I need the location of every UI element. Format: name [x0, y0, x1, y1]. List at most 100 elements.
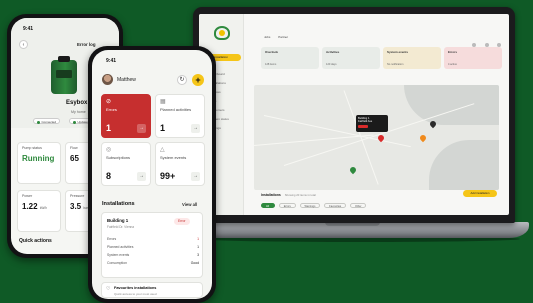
detail-row: Consumption Good	[107, 261, 199, 265]
detail-row: Planned activities 1	[107, 245, 199, 249]
device-name: Esybox	[66, 100, 88, 106]
pump-status-card[interactable]: Pump status Running	[17, 142, 61, 184]
laptop-screen: New installation Dashboard Installations…	[199, 14, 509, 215]
tile-errors[interactable]: ⊘ Errors 1 →	[101, 94, 151, 138]
favourites-sub: Quick access to your most used	[114, 292, 157, 296]
stat-card-overlook[interactable]: Overlook 128 items	[261, 47, 319, 69]
stat-card-sub: No notification	[387, 63, 404, 66]
tile-label: System events	[160, 155, 187, 160]
status-time: 9:41	[23, 26, 34, 32]
arrow-right-icon[interactable]: →	[137, 172, 146, 181]
refresh-icon[interactable]: ↻	[177, 75, 187, 85]
stat-card-title: Overlook	[265, 50, 279, 54]
map-popup-sub: Fairfield Ave	[358, 120, 373, 123]
row-label: Errors	[107, 237, 117, 241]
tile-label: Errors	[106, 107, 117, 112]
bell-icon: △	[160, 147, 165, 153]
phone-dashboard: 9:41 Matthew ↻ + ⊘ Errors 1 → ▦ Planned …	[88, 46, 216, 303]
row-value: 1	[197, 237, 199, 241]
user-name[interactable]: Matthew	[117, 77, 136, 83]
error-log-link[interactable]: Error log	[77, 42, 96, 47]
filter-chip-errors[interactable]: Errors	[278, 203, 296, 208]
back-arrow-icon[interactable]: ‹	[19, 40, 28, 49]
tab-jobs[interactable]: Jobs	[264, 35, 270, 39]
pump-image	[51, 56, 77, 94]
filter-chip-other[interactable]: Other	[349, 203, 367, 208]
arrow-right-icon[interactable]: →	[191, 124, 200, 133]
installations-map[interactable]: Building 1 Fairfield Ave	[254, 85, 499, 190]
arrow-right-icon[interactable]: →	[191, 172, 200, 181]
stat-card-title: System events	[387, 50, 409, 54]
filter-chip-favourites[interactable]: Favourites	[324, 203, 347, 208]
card-label: Power	[22, 194, 33, 198]
status-badge-connected: Connected	[33, 118, 61, 124]
tile-label: Planned activities	[160, 107, 192, 112]
power-value: 1.22	[22, 202, 38, 211]
tile-system-events[interactable]: △ System events 99+ →	[155, 142, 205, 186]
detail-row: Errors 1	[107, 237, 199, 241]
stat-card-system-events[interactable]: System events No notification	[383, 47, 441, 69]
status-time: 9:41	[106, 58, 117, 64]
phone-front-screen: 9:41 Matthew ↻ + ⊘ Errors 1 → ▦ Planned …	[92, 50, 212, 299]
row-value: Good	[190, 261, 199, 265]
add-button[interactable]: +	[192, 74, 204, 86]
stat-card-errors[interactable]: Errors 4 active	[444, 47, 502, 69]
stat-card-title: Activities	[326, 50, 340, 54]
pressure-value: 3.5	[70, 202, 82, 211]
row-label: System events	[107, 253, 130, 257]
row-value: 1	[197, 245, 199, 249]
favourites-title: Favourites installations	[114, 286, 157, 290]
view-all-link[interactable]: View all	[182, 202, 197, 207]
map-pin-warning-icon[interactable]	[418, 133, 428, 143]
tab-partner[interactable]: Partner	[278, 35, 288, 39]
device-location: My home	[71, 110, 86, 114]
favourites-card[interactable]: ♡ Favourites installations Quick access …	[101, 282, 203, 298]
map-popup-open-button[interactable]	[358, 125, 368, 128]
quick-actions-title: Quick actions	[19, 238, 52, 244]
filter-chip-warnings[interactable]: Warnings	[299, 203, 321, 208]
avatar[interactable]	[102, 74, 113, 85]
laptop: New installation Dashboard Installations…	[193, 7, 515, 223]
installations-heading: Installations Showing 20 items in total	[261, 193, 316, 197]
stat-card-activities[interactable]: Activities 120 days	[322, 47, 380, 69]
stat-card-sub: 120 days	[326, 63, 337, 66]
map-pin-ok-icon[interactable]	[348, 165, 358, 175]
installations-filters: All Errors Warnings Favourites Other	[261, 203, 369, 208]
stat-card-sub: 4 active	[448, 63, 457, 66]
tile-label: Subscriptions	[106, 155, 131, 160]
tile-value: 8	[106, 171, 112, 181]
installation-card[interactable]: Building 1 Fairfield Dr. Vienna Error Er…	[101, 212, 203, 278]
building-address: Fairfield Dr. Vienna	[107, 225, 135, 229]
tile-value: 1	[160, 123, 166, 133]
status-badge: Error	[174, 218, 190, 225]
tile-planned-activities[interactable]: ▦ Planned activities 1 →	[155, 94, 205, 138]
card-label: Pump status	[22, 146, 42, 150]
map-water	[429, 140, 499, 190]
map-water	[404, 85, 499, 125]
stat-card-title: Errors	[448, 50, 458, 54]
brand-logo-icon	[214, 26, 230, 40]
row-value: 3	[197, 253, 199, 257]
laptop-top-tabs: Jobs Partner	[264, 35, 295, 39]
installations-title: Installations	[261, 193, 281, 197]
building-name: Building 1	[107, 218, 129, 223]
row-label: Consumption	[107, 261, 127, 265]
arrow-right-icon[interactable]: →	[137, 124, 146, 133]
installations-section-title: Installations	[102, 201, 135, 207]
add-installation-button[interactable]: Add installation	[463, 190, 497, 197]
map-road	[254, 134, 374, 146]
map-popup[interactable]: Building 1 Fairfield Ave	[356, 115, 388, 132]
card-value: Running	[22, 154, 55, 163]
installations-subtitle: Showing 20 items in total	[284, 193, 316, 197]
card-value: 1.22 kW/h	[22, 202, 56, 211]
tile-subscriptions[interactable]: ◎ Subscriptions 8 →	[101, 142, 151, 186]
power-card[interactable]: Power 1.22 kW/h	[17, 190, 61, 232]
row-label: Planned activities	[107, 245, 134, 249]
tile-value: 99+	[160, 171, 176, 181]
detail-row: System events 3	[107, 253, 199, 257]
tile-value: 1	[106, 123, 112, 133]
calendar-icon: ▦	[160, 99, 166, 105]
filter-chip-all[interactable]: All	[261, 203, 275, 208]
stat-card-sub: 128 items	[265, 63, 277, 66]
subscription-icon: ◎	[106, 147, 112, 153]
